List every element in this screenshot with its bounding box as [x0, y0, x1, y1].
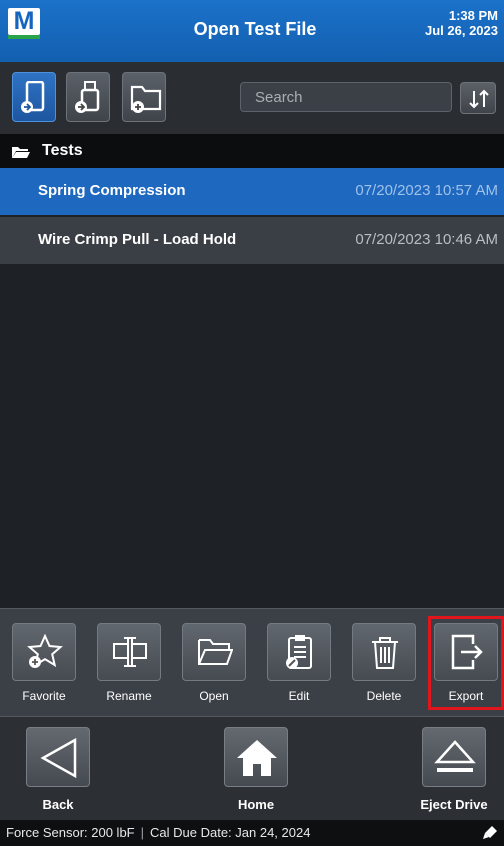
home-icon — [237, 740, 277, 776]
rename-icon — [113, 637, 147, 667]
favorite-button[interactable] — [12, 623, 76, 681]
edit-button[interactable] — [267, 623, 331, 681]
status-bar: Force Sensor: 200 lbF | Cal Due Date: Jan … — [0, 820, 504, 846]
file-name: Wire Crimp Pull - Load Hold — [38, 231, 237, 248]
edit-label: Edit — [288, 689, 310, 703]
file-row[interactable]: Spring Compression 07/20/2023 10:57 AM — [0, 168, 504, 216]
folder-path-bar: Tests — [0, 134, 504, 168]
home-button[interactable] — [224, 727, 288, 787]
search-input[interactable]: Search — [240, 82, 452, 112]
rename-label: Rename — [106, 689, 152, 703]
open-folder-small-icon — [12, 147, 30, 158]
open-folder-icon — [198, 639, 233, 665]
sort-icon — [469, 89, 489, 109]
folder-label: Tests — [42, 142, 83, 159]
app-header: M Open Test File 1:38 PM Jul 26, 2023 — [0, 0, 504, 62]
navigation-bar: Back Home Eject Drive — [0, 716, 504, 820]
usb-connected-icon — [483, 826, 497, 839]
clock: 1:38 PM Jul 26, 2023 — [425, 8, 498, 38]
eject-drive-label: Eject Drive — [420, 797, 488, 812]
back-button[interactable] — [26, 727, 90, 787]
file-row[interactable]: Wire Crimp Pull - Load Hold 07/20/2023 1… — [0, 217, 504, 265]
logo-underline — [8, 35, 40, 39]
internal-storage-button[interactable] — [12, 72, 56, 122]
tablet-icon — [21, 81, 45, 113]
file-date: 07/20/2023 10:46 AM — [355, 231, 498, 248]
eject-icon — [434, 740, 476, 772]
cal-due-status: Cal Due Date: Jan 24, 2024 — [150, 825, 311, 840]
export-highlight-box — [428, 616, 504, 710]
clipboard-edit-icon — [286, 635, 312, 669]
force-sensor-status: Force Sensor: 200 lbF — [6, 825, 135, 840]
file-list: Spring Compression 07/20/2023 10:57 AM W… — [0, 168, 504, 608]
delete-button[interactable] — [352, 623, 416, 681]
favorite-label: Favorite — [22, 689, 66, 703]
new-folder-button[interactable] — [122, 72, 166, 122]
open-label: Open — [199, 689, 229, 703]
page-title: Open Test File — [193, 19, 317, 39]
usb-drive-button[interactable] — [66, 72, 110, 122]
storage-toolbar: Search — [0, 62, 504, 134]
delete-label: Delete — [366, 689, 402, 703]
usb-drive-icon — [75, 81, 100, 113]
clock-time: 1:38 PM — [448, 8, 498, 23]
rename-button[interactable] — [97, 623, 161, 681]
file-name: Spring Compression — [38, 182, 186, 199]
clock-date: Jul 26, 2023 — [425, 23, 498, 38]
logo-letter: M — [13, 7, 35, 35]
back-label: Back — [42, 797, 74, 812]
file-date: 07/20/2023 10:57 AM — [355, 182, 498, 199]
star-plus-icon — [27, 634, 63, 668]
home-label: Home — [237, 797, 275, 812]
trash-icon — [372, 637, 398, 669]
sort-button[interactable] — [460, 82, 496, 114]
eject-drive-button[interactable] — [422, 727, 486, 787]
mark10-logo: M — [8, 7, 40, 39]
status-separator: | — [140, 825, 145, 840]
new-folder-icon — [130, 85, 162, 113]
back-triangle-icon — [40, 737, 77, 779]
open-button[interactable] — [182, 623, 246, 681]
